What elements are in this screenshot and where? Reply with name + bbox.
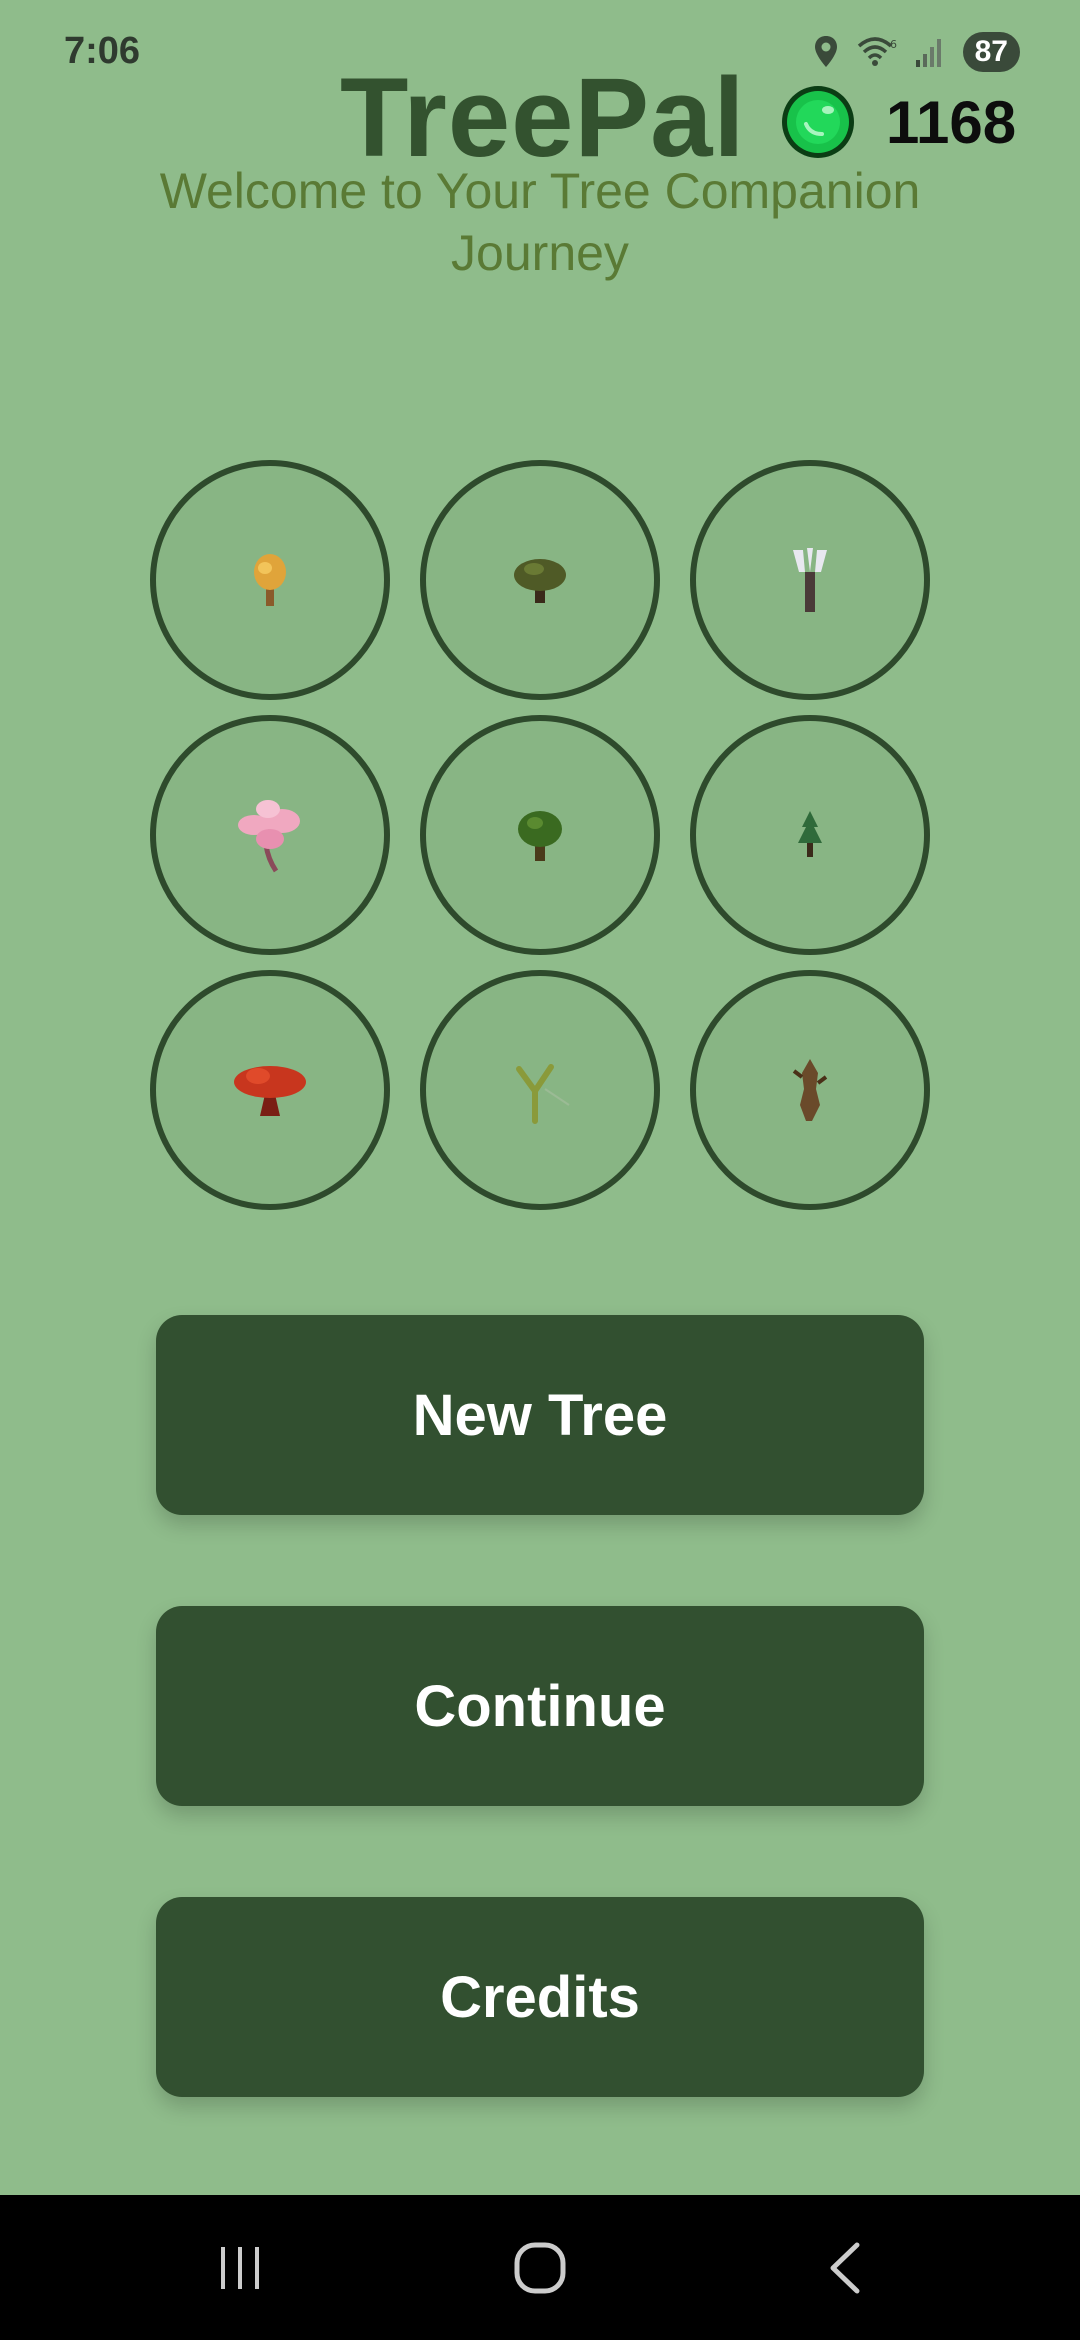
tree-slot-5[interactable] [420,715,660,955]
status-time: 7:06 [64,30,141,72]
tree-slot-8[interactable] [420,970,660,1210]
back-icon [830,2242,860,2293]
tree-slot-1[interactable] [150,460,390,700]
recents-icon [221,2246,259,2289]
green-bush-tree-icon [518,811,562,861]
welcome-text: Welcome to Your Tree Companion Journey [159,163,921,281]
recents-button[interactable] [140,2195,340,2340]
tree-slot-4[interactable] [150,715,390,955]
tree-grid [150,460,930,1210]
tree-slot-7[interactable] [150,970,390,1210]
frost-tree-icon [793,548,827,612]
golden-tree-icon [254,554,286,606]
location-icon [814,36,837,67]
signal-icon [915,39,941,67]
oak-tree-icon [514,559,566,603]
status-icons: 6 87 [813,30,1020,74]
tree-slot-2[interactable] [420,460,660,700]
withered-tree-icon [792,1059,828,1121]
continue-button[interactable]: Continue [156,1606,924,1806]
battery-badge: 87 [962,32,1020,72]
back-button[interactable] [745,2195,945,2340]
forked-sapling-icon [516,1064,570,1124]
new-tree-button[interactable]: New Tree [156,1315,924,1515]
tree-slot-9[interactable] [690,970,930,1210]
coin-counter: 1168 [780,84,1016,160]
wifi-icon: 6 [857,37,897,66]
home-button[interactable] [440,2195,640,2340]
app-title: TreePal [340,55,746,180]
navigation-bar [0,2195,1080,2340]
coin-count: 1168 [886,88,1017,156]
credits-button[interactable]: Credits [156,1897,924,2097]
cherry-blossom-tree-icon [238,800,300,873]
home-icon [514,2242,566,2293]
svg-text:6: 6 [890,38,897,51]
pine-sapling-icon [798,811,822,857]
red-maple-tree-icon [234,1066,306,1116]
tree-slot-6[interactable] [690,715,930,955]
green-gem-icon [782,86,854,158]
tree-slot-3[interactable] [690,460,930,700]
